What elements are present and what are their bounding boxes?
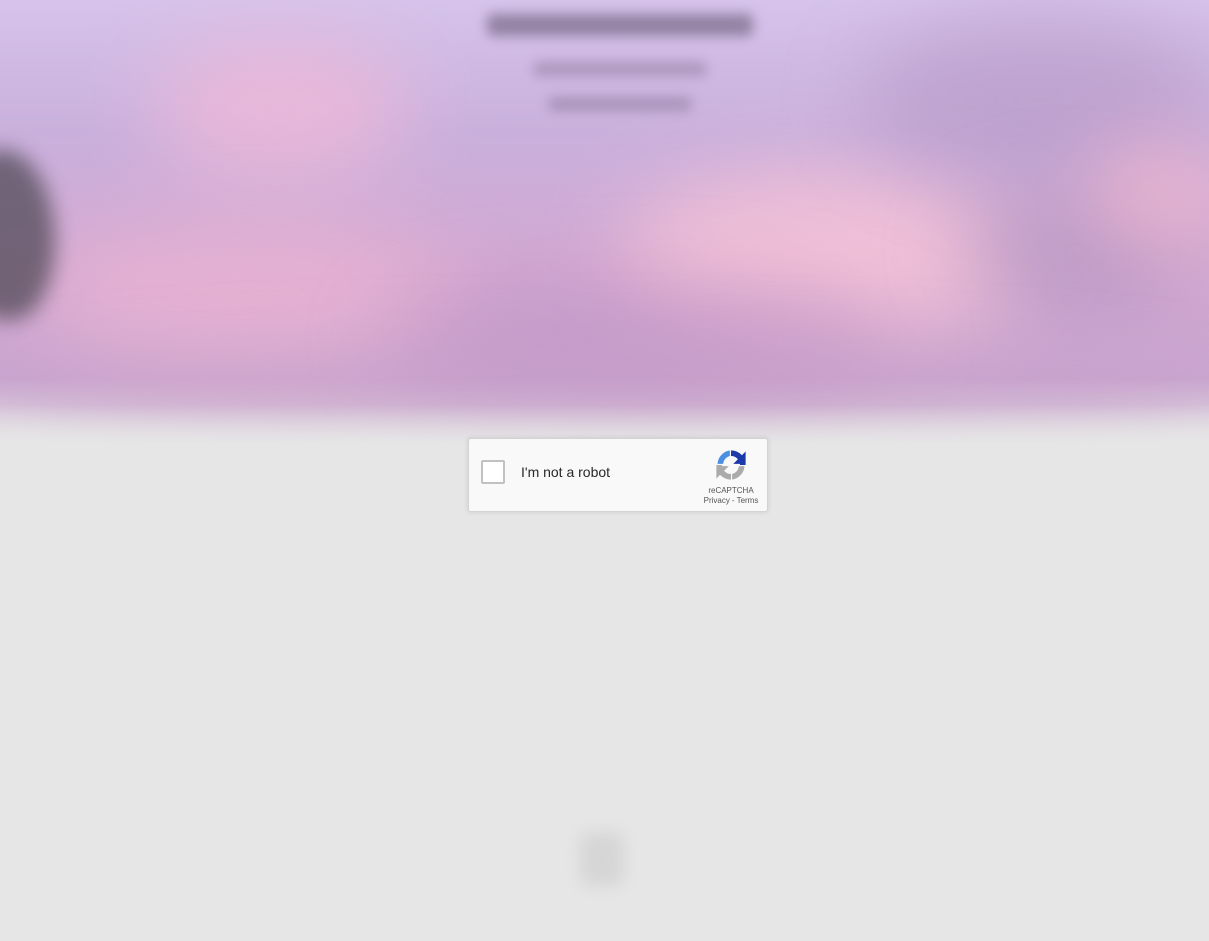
captcha-page: I'm not a robot reCAPTCHA Privacy - Terms [0,0,1209,941]
link-separator: - [731,496,735,505]
blurred-footer-element [580,832,624,886]
privacy-link[interactable]: Privacy [704,496,730,505]
blurred-text-line [533,62,707,76]
blurred-title [487,14,753,36]
recaptcha-brand-text: reCAPTCHA [708,486,754,495]
blurred-text-line [548,97,692,111]
recaptcha-label[interactable]: I'm not a robot [521,464,610,480]
recaptcha-links: Privacy - Terms [691,496,771,505]
recaptcha-checkbox[interactable] [481,460,505,484]
cloud-shape [150,40,410,180]
blurred-background-image [0,0,1209,445]
recaptcha-widget: I'm not a robot reCAPTCHA Privacy - Terms [468,438,768,512]
terms-link[interactable]: Terms [737,496,759,505]
recaptcha-logo-icon [716,450,746,480]
